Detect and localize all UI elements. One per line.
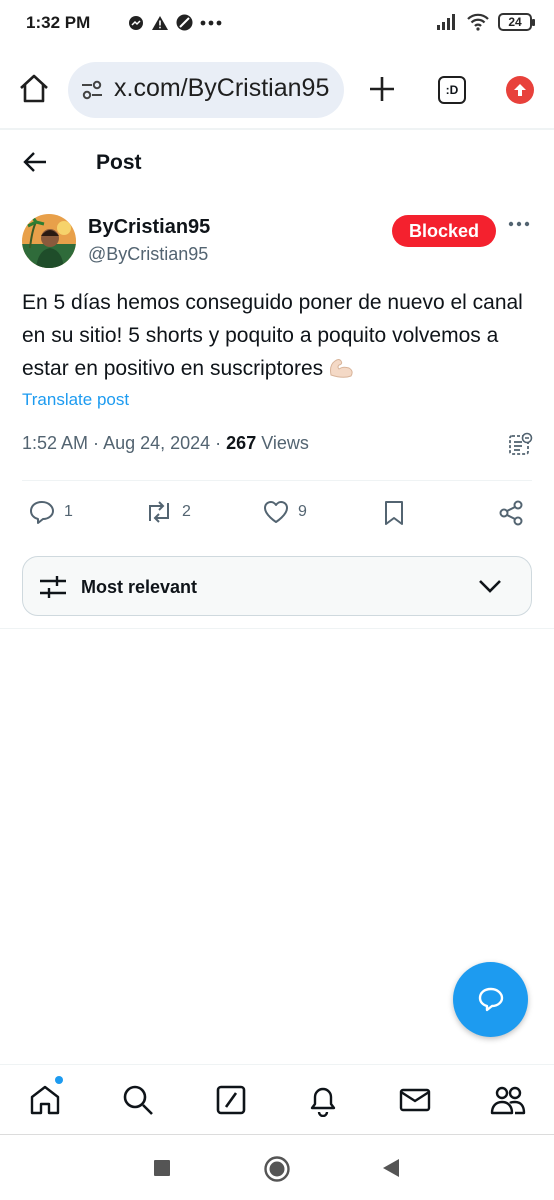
url-text: x.com/ByCristian95: [114, 74, 330, 102]
post-header: Post: [0, 130, 554, 194]
post-body: En 5 días hemos conseguido poner de nuev…: [22, 291, 523, 380]
bottom-navigation: [0, 1064, 554, 1134]
post-time: 1:52 AM: [22, 433, 89, 453]
grok-icon: [216, 1085, 246, 1115]
chevron-down-icon: [477, 577, 503, 595]
post-date: Aug 24, 2024: [103, 433, 211, 453]
nav-messages[interactable]: [398, 1083, 432, 1117]
views-count: 267: [226, 433, 257, 453]
sort-label: Most relevant: [81, 577, 198, 597]
translate-post-link[interactable]: Translate post: [22, 390, 129, 410]
nav-grok[interactable]: [214, 1083, 248, 1117]
messenger-icon: [128, 15, 144, 31]
back-button[interactable]: [22, 150, 48, 174]
like-button[interactable]: 9: [262, 499, 307, 525]
nav-search[interactable]: [121, 1083, 155, 1117]
battery-indicator: 24: [498, 13, 535, 31]
update-icon[interactable]: [506, 76, 534, 104]
share-button[interactable]: [497, 499, 525, 527]
display-name[interactable]: ByCristian95: [88, 216, 210, 239]
wifi-icon: [466, 13, 490, 31]
status-time: 1:32 PM: [26, 13, 91, 32]
dnd-icon: [176, 14, 193, 31]
system-back-button[interactable]: [381, 1158, 401, 1178]
share-icon: [499, 500, 523, 526]
status-notification-icons: [128, 14, 222, 31]
blocked-button[interactable]: Blocked: [392, 215, 496, 247]
flexed-biceps-icon: [327, 355, 355, 379]
envelope-icon: [399, 1088, 431, 1112]
status-bar: 1:32 PM 24: [0, 0, 554, 50]
home-outline-icon: [20, 74, 48, 103]
system-home-button[interactable]: [263, 1155, 291, 1183]
circle-icon: [264, 1156, 290, 1182]
triangle-back-icon: [383, 1159, 399, 1177]
post-text: En 5 días hemos conseguido poner de nuev…: [22, 286, 537, 385]
nav-notifications[interactable]: [306, 1083, 340, 1117]
warning-icon: [151, 15, 169, 31]
repost-count: 2: [182, 503, 191, 520]
heart-icon: [264, 501, 288, 523]
back-arrow-icon: [23, 152, 46, 172]
reply-button[interactable]: 1: [28, 499, 73, 525]
home-icon: [30, 1085, 60, 1115]
like-count: 9: [298, 503, 307, 520]
plus-icon: [370, 77, 394, 101]
square-icon: [154, 1160, 170, 1176]
tab-switcher-button[interactable]: :D: [438, 76, 466, 104]
nav-home[interactable]: [28, 1083, 62, 1117]
grok-explain-icon[interactable]: [508, 432, 534, 458]
user-handle[interactable]: @ByCristian95: [88, 244, 208, 265]
address-bar[interactable]: x.com/ByCristian95: [68, 62, 344, 118]
post-actions: 1 2 9: [0, 493, 554, 533]
site-settings-icon[interactable]: [80, 79, 104, 101]
divider: [22, 480, 532, 481]
more-horizontal-icon: [508, 221, 530, 227]
new-tab-button[interactable]: [366, 73, 398, 105]
repost-icon: [149, 501, 169, 523]
system-navigation: [0, 1134, 554, 1200]
avatar[interactable]: [22, 214, 76, 268]
bell-icon: [310, 1087, 336, 1117]
unread-indicator: [55, 1076, 63, 1084]
bookmark-button[interactable]: [382, 499, 406, 527]
bookmark-icon: [385, 501, 403, 525]
reply-icon: [30, 501, 54, 524]
reply-fab-button[interactable]: [453, 962, 528, 1037]
views-label: Views: [261, 433, 309, 453]
recents-button[interactable]: [153, 1159, 171, 1177]
reply-count: 1: [64, 503, 73, 520]
communities-icon: [490, 1086, 526, 1115]
divider: [0, 628, 554, 629]
reply-sort-dropdown[interactable]: Most relevant: [22, 556, 532, 616]
more-options-button[interactable]: [508, 220, 530, 228]
page-title: Post: [96, 151, 142, 174]
more-dots-icon: [200, 20, 222, 26]
search-icon: [123, 1085, 153, 1115]
reply-bubble-icon: [478, 987, 503, 1011]
nav-communities[interactable]: [490, 1083, 526, 1117]
signal-icon: [436, 13, 458, 31]
repost-button[interactable]: 2: [144, 499, 191, 525]
browser-home-button[interactable]: [16, 71, 52, 107]
filter-sliders-icon: [38, 574, 68, 600]
post-meta: 1:52 AM · Aug 24, 2024 · 267 Views: [22, 433, 309, 453]
browser-toolbar: x.com/ByCristian95 :D: [0, 56, 554, 124]
